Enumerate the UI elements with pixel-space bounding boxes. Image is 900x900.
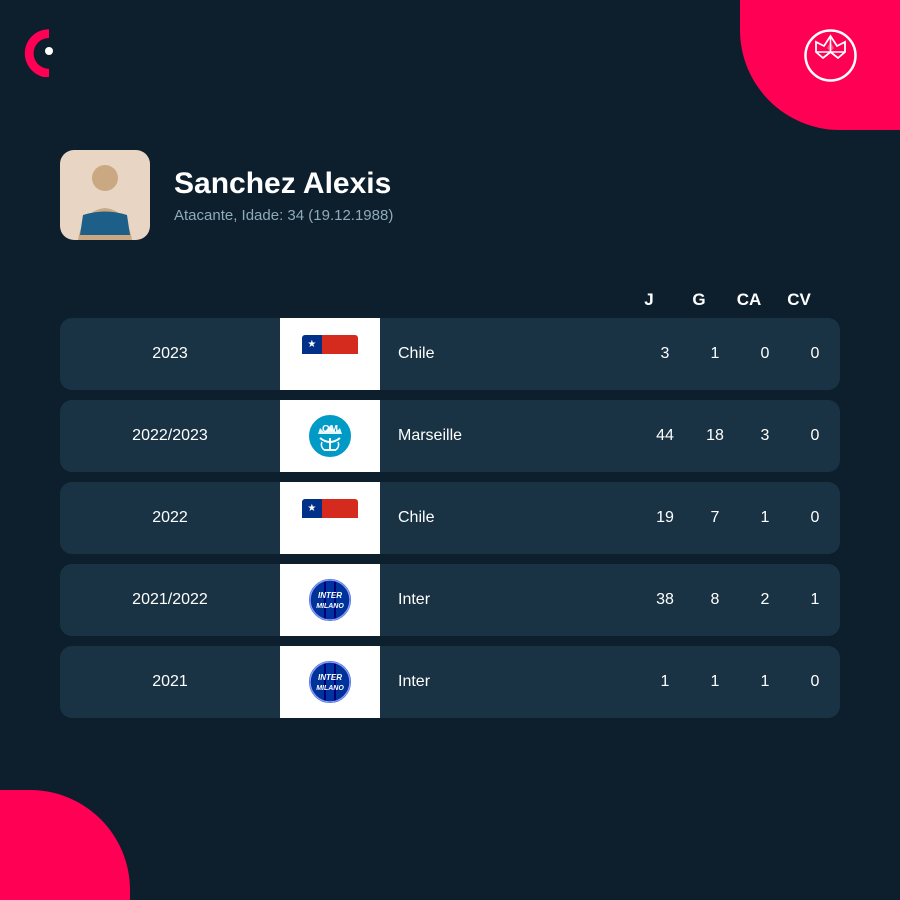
table-row: 2023 ★ Chile 3 1 0 0 — [60, 318, 840, 390]
table-row: 2022 ★ Chile 19 7 1 0 — [60, 482, 840, 554]
team-name-cell: Chile — [380, 509, 640, 527]
stat-cv: 0 — [790, 427, 840, 445]
season-cell: 2022 — [60, 493, 280, 543]
table-row: 2022/2023 OM Marseille 44 18 3 0 — [60, 400, 840, 472]
stat-g: 7 — [690, 509, 740, 527]
stats-table: J G CA CV 2023 ★ Chile 3 1 0 0 2022/2 — [60, 290, 840, 728]
soccer-ball-icon — [803, 28, 858, 83]
stat-g: 1 — [690, 673, 740, 691]
stat-g: 8 — [690, 591, 740, 609]
chile-star: ★ — [307, 503, 316, 514]
player-info: Sanchez Alexis Atacante, Idade: 34 (19.1… — [174, 167, 393, 224]
table-row: 2021/2022 INTER MILANO Inter 38 — [60, 564, 840, 636]
stat-ca: 3 — [740, 427, 790, 445]
season-cell: 2023 — [60, 329, 280, 379]
stat-ca: 2 — [740, 591, 790, 609]
team-name-cell: Marseille — [380, 427, 640, 445]
stat-j: 1 — [640, 673, 690, 691]
chile-blue: ★ — [302, 335, 322, 354]
stat-ca: 1 — [740, 509, 790, 527]
chile-red — [322, 335, 358, 354]
stat-g: 1 — [690, 345, 740, 363]
stat-cv: 1 — [790, 591, 840, 609]
inter-logo-icon: INTER MILANO — [306, 576, 354, 624]
header-g: G — [674, 290, 724, 310]
app-logo — [22, 22, 82, 77]
table-header: J G CA CV — [60, 290, 840, 310]
season-cell: 2022/2023 — [60, 411, 280, 461]
svg-text:MILANO: MILANO — [316, 685, 344, 692]
svg-text:INTER: INTER — [318, 591, 342, 600]
stat-ca: 0 — [740, 345, 790, 363]
chile-star: ★ — [307, 339, 316, 350]
stat-cv: 0 — [790, 345, 840, 363]
stat-cv: 0 — [790, 509, 840, 527]
chile-flag-icon: ★ — [302, 499, 358, 537]
chile-white — [302, 518, 358, 537]
stat-cv: 0 — [790, 673, 840, 691]
flag-cell: ★ — [280, 482, 380, 554]
stat-j: 3 — [640, 345, 690, 363]
svg-text:INTER: INTER — [318, 673, 342, 682]
stat-j: 44 — [640, 427, 690, 445]
season-cell: 2021 — [60, 657, 280, 707]
table-row: 2021 INTER MILANO Inter 1 1 1 0 — [60, 646, 840, 718]
flag-cell: INTER MILANO — [280, 564, 380, 636]
flag-cell: INTER MILANO — [280, 646, 380, 718]
stat-j: 38 — [640, 591, 690, 609]
flag-cell: ★ — [280, 318, 380, 390]
header-ca: CA — [724, 290, 774, 310]
team-name-cell: Inter — [380, 673, 640, 691]
player-photo — [60, 150, 150, 240]
stat-j: 19 — [640, 509, 690, 527]
svg-text:MILANO: MILANO — [316, 603, 344, 610]
stat-g: 18 — [690, 427, 740, 445]
bottom-left-decoration — [0, 790, 130, 900]
player-name: Sanchez Alexis — [174, 167, 393, 201]
chile-white — [302, 354, 358, 373]
chile-flag-icon: ★ — [302, 335, 358, 373]
player-section: Sanchez Alexis Atacante, Idade: 34 (19.1… — [60, 150, 393, 240]
player-details: Atacante, Idade: 34 (19.12.1988) — [174, 207, 393, 224]
inter-logo-icon: INTER MILANO — [306, 658, 354, 706]
stat-ca: 1 — [740, 673, 790, 691]
team-name-cell: Inter — [380, 591, 640, 609]
chile-red — [322, 499, 358, 518]
flag-cell: OM — [280, 400, 380, 472]
header-cv: CV — [774, 290, 824, 310]
chile-blue: ★ — [302, 499, 322, 518]
team-name-cell: Chile — [380, 345, 640, 363]
header-j: J — [624, 290, 674, 310]
season-cell: 2021/2022 — [60, 575, 280, 625]
marseille-logo-icon: OM — [306, 412, 354, 460]
